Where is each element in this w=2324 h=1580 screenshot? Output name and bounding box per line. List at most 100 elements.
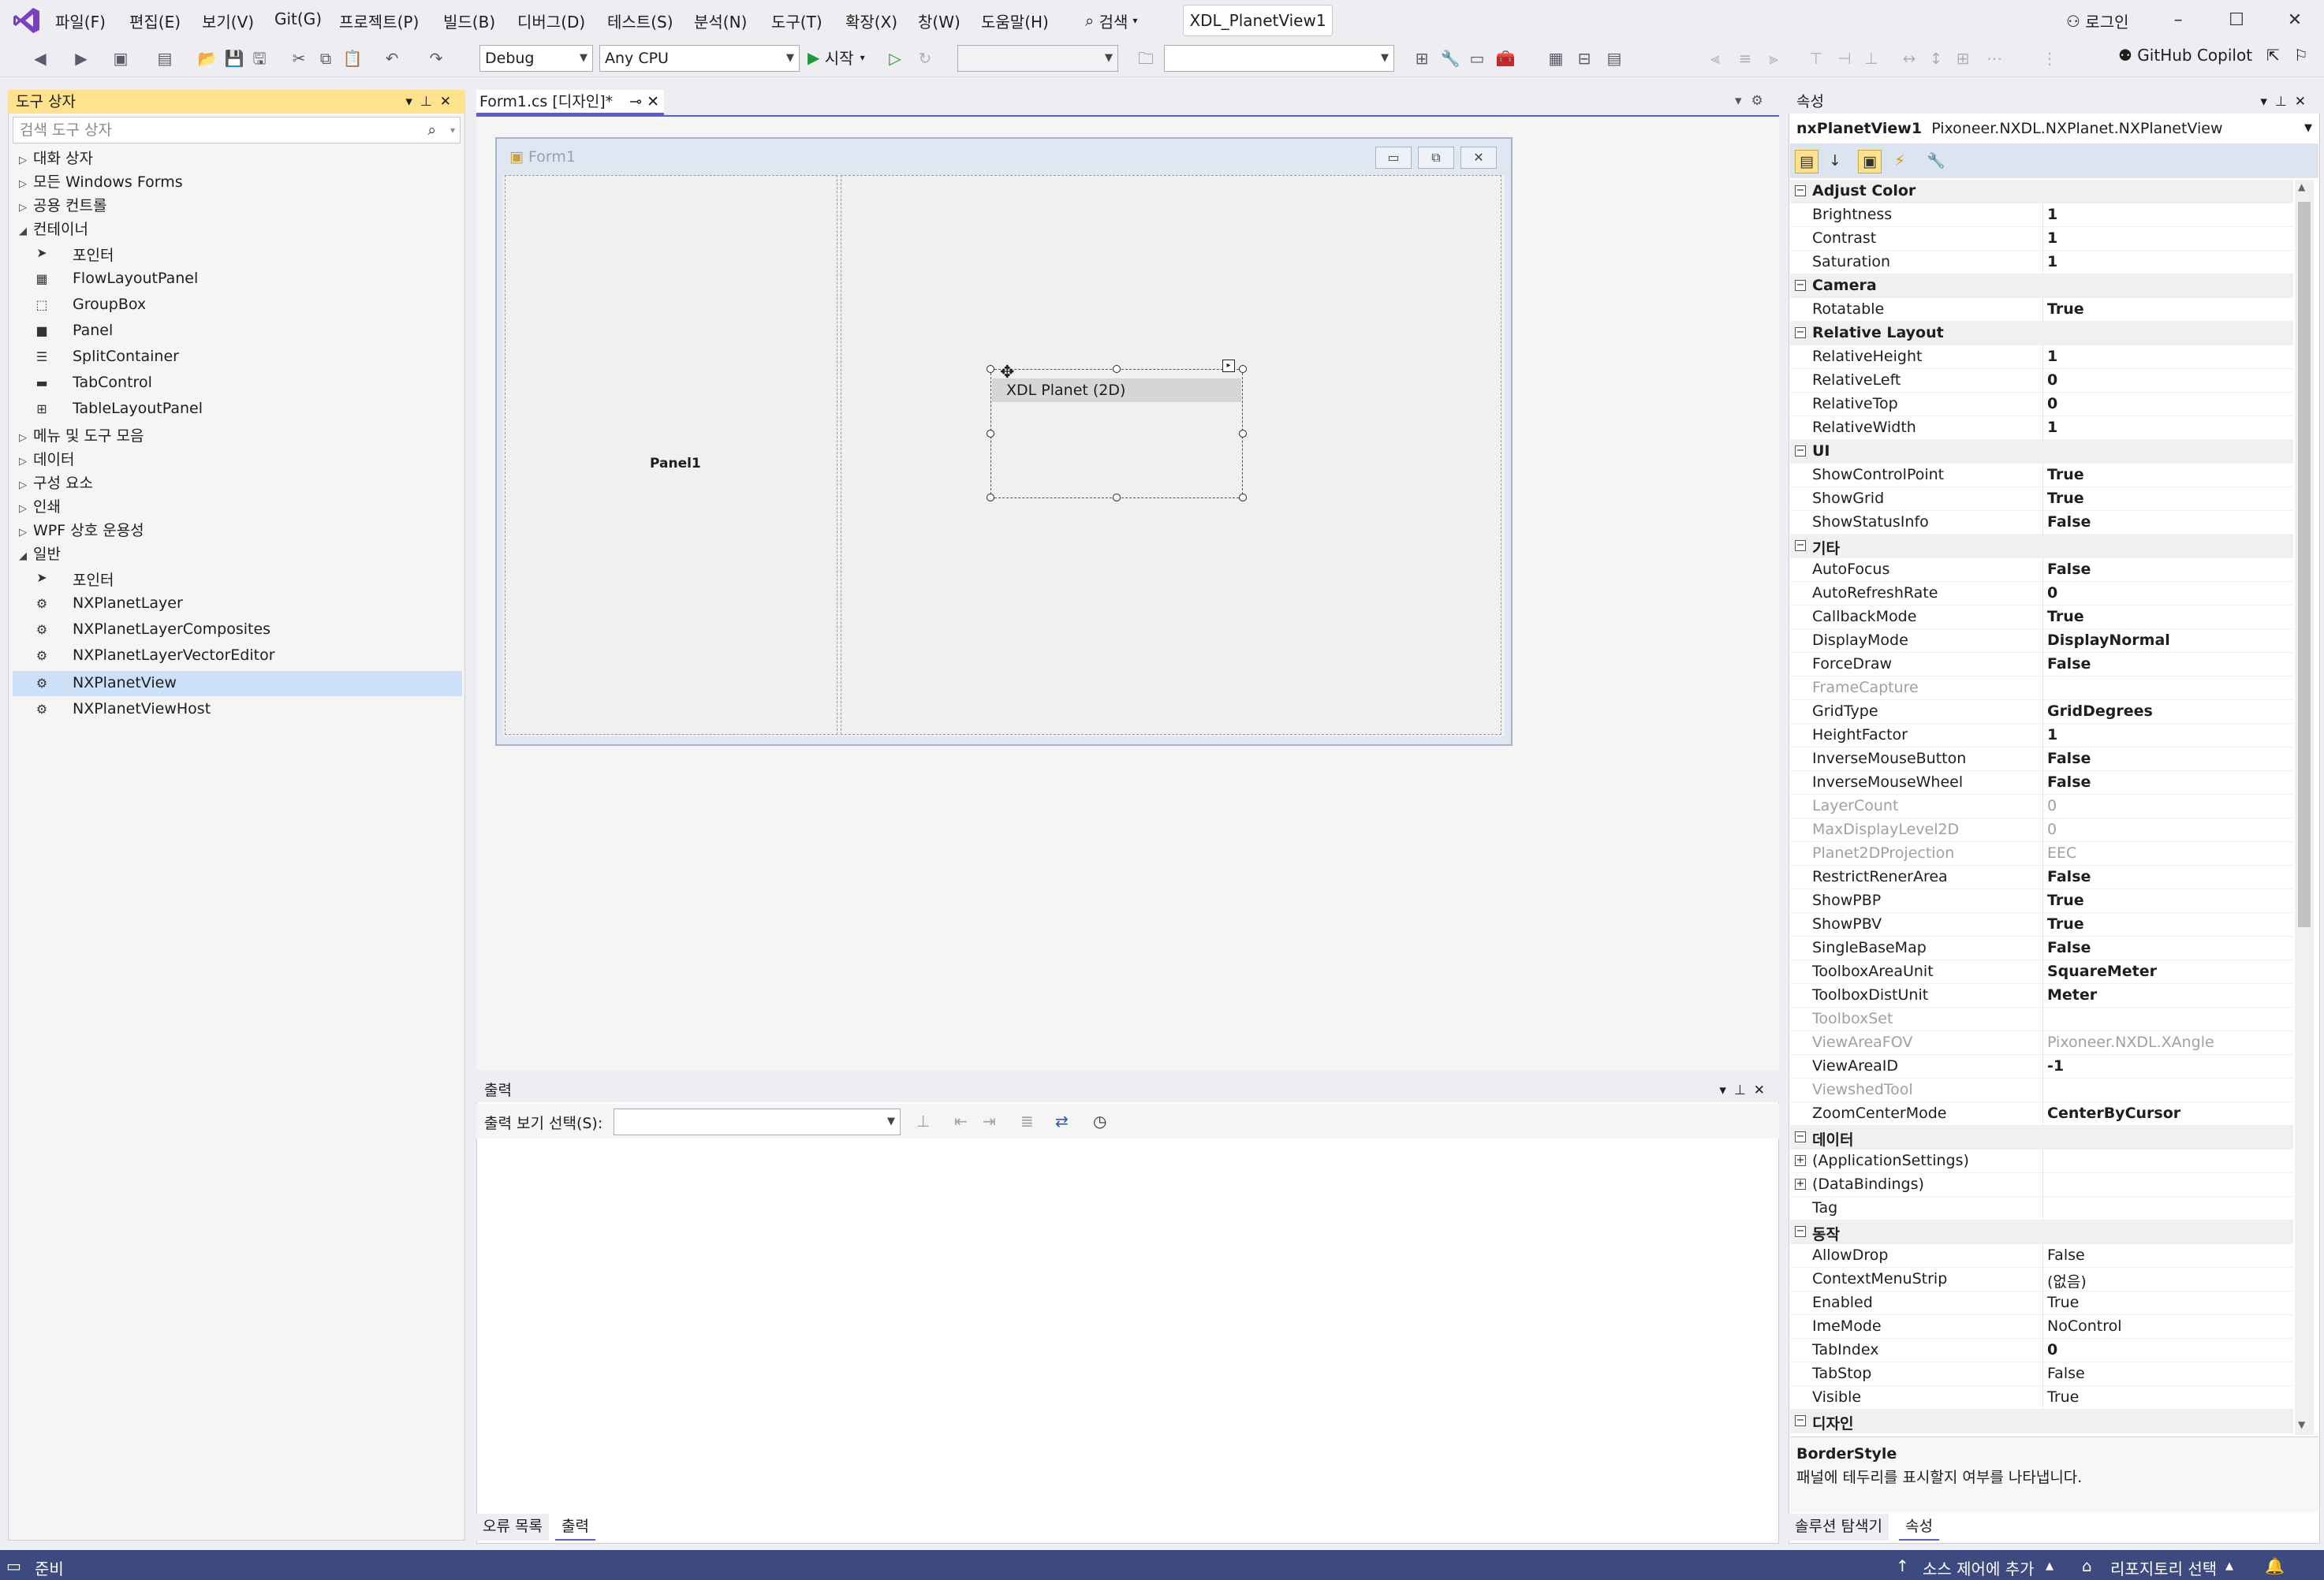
tab-properties[interactable]: 속성 bbox=[1899, 1514, 1939, 1541]
toolbox-group-menus[interactable]: ▷ 메뉴 및 도구 모음 bbox=[19, 424, 144, 445]
forward-icon[interactable]: ▶ bbox=[71, 48, 91, 69]
property-category[interactable]: − 데이터 bbox=[1790, 1126, 2293, 1150]
toolbox-item-nxplanetview[interactable]: ⚙ NXPlanetView bbox=[13, 671, 462, 696]
next-message-icon[interactable]: ⇥ bbox=[983, 1112, 996, 1131]
menu-item[interactable]: 확장(X) bbox=[845, 9, 897, 32]
collapse-icon[interactable]: − bbox=[1795, 185, 1806, 196]
previous-message-icon[interactable]: ⇤ bbox=[954, 1112, 968, 1131]
tab-solution-explorer[interactable]: 솔루션 탐색기 bbox=[1789, 1514, 1889, 1541]
property-row[interactable]: GridType GridDegrees bbox=[1790, 700, 2293, 724]
align-right-icon[interactable]: ⫸ bbox=[1763, 48, 1784, 69]
property-category[interactable]: − Camera bbox=[1790, 274, 2293, 298]
toolbox-item-nxplanetlayervectoreditor[interactable]: ⚙ NXPlanetLayerVectorEditor bbox=[13, 643, 462, 669]
scroll-up-icon[interactable]: ▲ bbox=[2298, 181, 2305, 192]
property-value[interactable]: (없음) bbox=[2047, 1270, 2087, 1291]
property-row[interactable]: LayerCount 0 bbox=[1790, 795, 2293, 818]
collapse-icon[interactable]: − bbox=[1795, 280, 1806, 291]
toolbox-group-components[interactable]: ▷ 구성 요소 bbox=[19, 471, 93, 493]
menu-item[interactable]: 도움말(H) bbox=[981, 9, 1049, 32]
scrollbar-thumb[interactable] bbox=[2298, 202, 2311, 927]
undo-icon[interactable]: ↶ bbox=[382, 48, 402, 69]
property-value[interactable]: False bbox=[2047, 655, 2091, 673]
close-window-button[interactable]: ✕ bbox=[2279, 8, 2311, 33]
collapse-icon[interactable]: − bbox=[1795, 445, 1806, 456]
property-row[interactable]: ImeMode NoControl bbox=[1790, 1315, 2293, 1339]
property-value[interactable]: 1 bbox=[2047, 726, 2057, 743]
find-in-files-icon[interactable]: 🗀 bbox=[1136, 48, 1156, 69]
menu-item[interactable]: 프로젝트(P) bbox=[339, 9, 419, 32]
toolbox-search-input[interactable]: 검색 도구 상자 ⌕ ▾ bbox=[13, 117, 461, 143]
toolbox-item-splitcontainer[interactable]: ☰ SplitContainer bbox=[13, 345, 462, 370]
property-value[interactable]: 1 bbox=[2047, 253, 2057, 270]
startup-item-select[interactable]: ▼ bbox=[957, 45, 1118, 72]
property-value[interactable]: False bbox=[2047, 939, 2091, 956]
property-row[interactable]: FrameCapture bbox=[1790, 676, 2293, 700]
form-icon[interactable]: ▤ bbox=[1604, 48, 1625, 69]
resize-handle[interactable] bbox=[987, 494, 994, 501]
toolbox-item-tabcontrol[interactable]: ▬ TabControl bbox=[13, 371, 462, 396]
maximize-button[interactable]: ☐ bbox=[2221, 8, 2252, 33]
property-row[interactable]: ToolboxDistUnit Meter bbox=[1790, 984, 2293, 1008]
resize-handle[interactable] bbox=[1239, 494, 1247, 501]
wrench-icon[interactable]: 🔧 bbox=[1440, 48, 1460, 69]
property-value[interactable]: True bbox=[2047, 1294, 2079, 1311]
horizontal-spacing-icon[interactable]: ⋯ bbox=[1984, 48, 2005, 69]
property-row[interactable]: ViewAreaID -1 bbox=[1790, 1055, 2293, 1079]
output-source-select[interactable]: ▼ bbox=[614, 1109, 901, 1135]
resize-handle[interactable] bbox=[987, 365, 994, 373]
size-to-grid-icon[interactable]: ⊞ bbox=[1953, 48, 1973, 69]
tab-form1-design[interactable]: Form1.cs [디자인]* ⊸ ✕ bbox=[476, 90, 664, 115]
property-row[interactable]: TabStop False bbox=[1790, 1362, 2293, 1386]
property-row[interactable]: Rotatable True bbox=[1790, 298, 2293, 322]
events-icon[interactable]: ⚡ bbox=[1888, 150, 1912, 173]
property-row[interactable]: ShowGrid True bbox=[1790, 487, 2293, 511]
visual-studio-logo-icon[interactable] bbox=[11, 5, 43, 36]
github-copilot-button[interactable]: ⚉ GitHub Copilot ⇱ ⚐ bbox=[2118, 46, 2308, 65]
property-row[interactable]: ForceDraw False bbox=[1790, 653, 2293, 676]
toolbox-group-printing[interactable]: ▷ 인쇄 bbox=[19, 495, 61, 516]
property-value[interactable]: Meter bbox=[2047, 986, 2097, 1004]
panel-window-controls[interactable]: ▾⊥✕ bbox=[2260, 90, 2314, 114]
expand-icon[interactable]: + bbox=[1795, 1179, 1806, 1190]
layout-icon[interactable]: ⊞ bbox=[1412, 48, 1432, 69]
property-value[interactable]: 0 bbox=[2047, 371, 2057, 389]
property-row[interactable]: Tag bbox=[1790, 1197, 2293, 1220]
redo-icon[interactable]: ↷ bbox=[426, 48, 446, 69]
property-row[interactable]: InverseMouseWheel False bbox=[1790, 771, 2293, 795]
property-row[interactable]: Contrast 1 bbox=[1790, 227, 2293, 251]
property-row[interactable]: RelativeHeight 1 bbox=[1790, 345, 2293, 369]
save-icon[interactable]: 💾 bbox=[224, 48, 244, 69]
menu-item[interactable]: 분석(N) bbox=[694, 9, 747, 32]
property-row[interactable]: MaxDisplayLevel2D 0 bbox=[1790, 818, 2293, 842]
property-value[interactable]: False bbox=[2047, 1365, 2085, 1382]
clear-all-icon[interactable]: ≣ bbox=[1020, 1112, 1034, 1131]
open-file-icon[interactable]: 📂 bbox=[197, 48, 218, 69]
property-value[interactable]: DisplayNormal bbox=[2047, 632, 2170, 649]
find-message-icon[interactable]: ⊥ bbox=[916, 1112, 930, 1131]
property-row[interactable]: AllowDrop False bbox=[1790, 1244, 2293, 1268]
toolbox-group-containers[interactable]: ◢ 컨테이너 bbox=[19, 218, 88, 239]
property-value[interactable]: EEC bbox=[2047, 844, 2076, 862]
resize-handle[interactable] bbox=[1113, 365, 1121, 373]
property-row[interactable]: Visible True bbox=[1790, 1386, 2293, 1410]
property-row[interactable]: AutoRefreshRate 0 bbox=[1790, 582, 2293, 606]
toolbox-group-all-forms[interactable]: ▷ 모든 Windows Forms bbox=[19, 170, 183, 192]
paste-icon[interactable]: 📋 bbox=[342, 48, 363, 69]
property-row[interactable]: CallbackMode True bbox=[1790, 606, 2293, 629]
toolbox-icon[interactable]: 🧰 bbox=[1495, 48, 1516, 69]
property-value[interactable]: 1 bbox=[2047, 229, 2057, 247]
scroll-down-icon[interactable]: ▼ bbox=[2298, 1419, 2305, 1430]
toolbox-item-pointer[interactable]: ➤ 포인터 bbox=[13, 240, 462, 266]
minimize-button[interactable]: – bbox=[2162, 8, 2194, 33]
property-row[interactable]: ToolboxSet bbox=[1790, 1008, 2293, 1031]
toolbox-item-nxplanetlayer[interactable]: ⚙ NXPlanetLayer bbox=[13, 591, 462, 617]
property-value[interactable]: 1 bbox=[2047, 348, 2057, 365]
make-same-height-icon[interactable]: ↕ bbox=[1926, 48, 1946, 69]
properties-object-select[interactable]: nxPlanetView1 Pixoneer.NXDL.NXPlanet.NXP… bbox=[1790, 115, 2318, 143]
menu-item[interactable]: 빌드(B) bbox=[443, 9, 495, 32]
toolbox-group-dialogs[interactable]: ▷ 대화 상자 bbox=[19, 147, 93, 168]
menu-item[interactable]: 테스트(S) bbox=[607, 9, 673, 32]
property-value[interactable]: 0 bbox=[2047, 797, 2057, 814]
property-row[interactable]: ShowControlPoint True bbox=[1790, 464, 2293, 487]
property-value[interactable]: 0 bbox=[2047, 1341, 2057, 1358]
